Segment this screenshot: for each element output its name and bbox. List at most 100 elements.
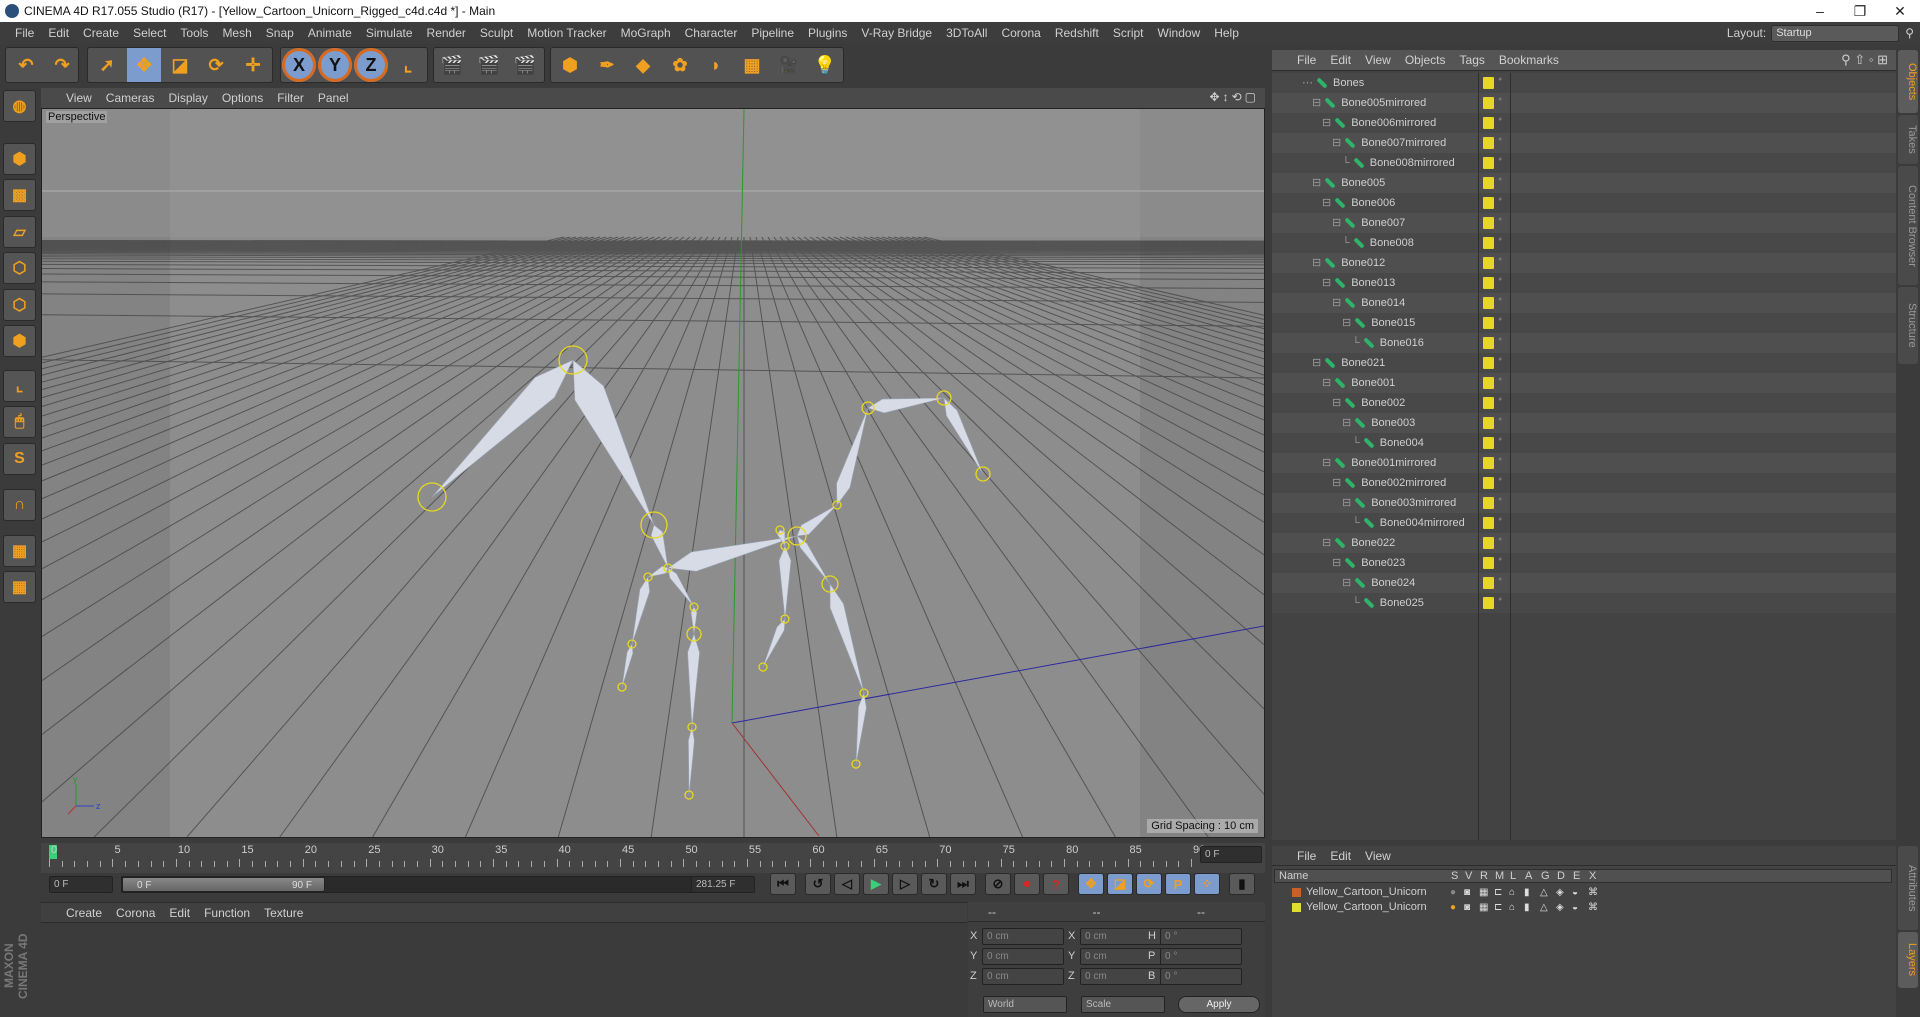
menu-tools[interactable]: Tools (173, 26, 215, 40)
move-view-icon[interactable]: ✥ (1210, 90, 1223, 104)
material-menu-edit[interactable]: Edit (162, 906, 197, 920)
object-row[interactable]: ⊟ Bone007mirrored ●● (1272, 133, 1896, 153)
visibility-dots[interactable]: ●● (1498, 156, 1502, 170)
object-row[interactable]: ⊟ Bone002 ●● (1272, 393, 1896, 413)
layer-color-swatch[interactable] (1483, 497, 1494, 509)
visibility-dots[interactable]: ●● (1498, 116, 1502, 130)
layer-color-swatch[interactable] (1483, 357, 1494, 369)
live-selection-icon[interactable]: ➚ (90, 48, 124, 82)
points-mode-icon[interactable]: ⬡ (3, 252, 36, 284)
material-menu-function[interactable]: Function (197, 906, 257, 920)
object-row[interactable]: ⊟ Bone001mirrored ●● (1272, 453, 1896, 473)
tree-expander-icon[interactable]: └ (1342, 157, 1350, 169)
tree-expander-icon[interactable]: ⊟ (1312, 97, 1321, 109)
bone-segment[interactable] (836, 407, 869, 506)
tab-objects[interactable]: Objects (1898, 50, 1918, 113)
layer-solo-icon[interactable]: ● (1450, 900, 1456, 915)
layer-row[interactable]: Yellow_Cartoon_Unicorn ● ◙ ▦ ⊏ ⌂ ▮ △ ◈ ◒ ⌘ (1278, 885, 1890, 900)
object-row[interactable]: ⊟ Bone021 ●● (1272, 353, 1896, 373)
menu-help[interactable]: Help (1207, 26, 1246, 40)
object-row[interactable]: ⊟ Bone003mirrored ●● (1272, 493, 1896, 513)
bone-segment[interactable] (867, 397, 945, 414)
record-disabled-icon[interactable]: ⊘ (985, 873, 1011, 895)
material-menu-corona[interactable]: Corona (109, 906, 162, 920)
menu-simulate[interactable]: Simulate (359, 26, 420, 40)
tree-expander-icon[interactable]: ⊟ (1332, 397, 1341, 409)
filter-icon[interactable]: ◦ (1869, 52, 1874, 67)
render-view-icon[interactable]: 🎬 (435, 48, 469, 82)
coord-p-field[interactable]: 0 ° (1160, 948, 1242, 965)
layer-column-s[interactable]: S (1451, 870, 1458, 883)
menu-character[interactable]: Character (678, 26, 745, 40)
object-row[interactable]: ⊟ Bone005 ●● (1272, 173, 1896, 193)
viewport-menu-view[interactable]: View (59, 91, 99, 105)
tree-expander-icon[interactable]: ⊟ (1342, 317, 1351, 329)
visibility-dots[interactable]: ●● (1498, 76, 1502, 90)
key-rotate-icon[interactable]: ⟳ (1136, 873, 1162, 895)
layers-menu-edit[interactable]: Edit (1323, 849, 1358, 863)
x-axis-icon[interactable]: X (282, 48, 316, 82)
objects-menu-objects[interactable]: Objects (1398, 53, 1453, 67)
tree-expander-icon[interactable]: ⊟ (1332, 217, 1341, 229)
z-axis-icon[interactable]: Z (354, 48, 388, 82)
solo-icon[interactable]: S (3, 443, 36, 475)
layer-solo-icon[interactable]: ● (1450, 885, 1456, 900)
tree-expander-icon[interactable]: ⊟ (1342, 417, 1351, 429)
layer-column-x[interactable]: X (1589, 870, 1596, 883)
layers-menu-view[interactable]: View (1358, 849, 1398, 863)
visibility-dots[interactable]: ●● (1498, 96, 1502, 110)
layer-manager-icon[interactable]: ⊏ (1494, 885, 1502, 900)
object-row[interactable]: ⊟ Bone001 ●● (1272, 373, 1896, 393)
objects-menu-edit[interactable]: Edit (1323, 53, 1358, 67)
layer-expressions-icon[interactable]: ◒ (1572, 885, 1578, 900)
layer-column-name[interactable]: Name (1279, 870, 1308, 883)
layer-column-l[interactable]: L (1510, 870, 1516, 883)
redo-icon[interactable]: ↷ (45, 48, 79, 82)
layer-color-swatch[interactable] (1483, 537, 1494, 549)
layer-deformers-icon[interactable]: ◈ (1556, 885, 1564, 900)
tab-content-browser[interactable]: Content Browser (1898, 166, 1918, 285)
bone-segment[interactable] (688, 726, 695, 796)
rotate-icon[interactable]: ⟳ (199, 48, 233, 82)
menu-redshift[interactable]: Redshift (1048, 26, 1106, 40)
layer-column-a[interactable]: A (1525, 870, 1532, 883)
menu-v-ray-bridge[interactable]: V-Ray Bridge (854, 26, 939, 40)
visibility-dots[interactable]: ●● (1498, 496, 1502, 510)
material-menu-create[interactable]: Create (59, 906, 109, 920)
layer-color-swatch[interactable] (1483, 577, 1494, 589)
objects-menu-bookmarks[interactable]: Bookmarks (1492, 53, 1566, 67)
object-row[interactable]: ⊟ Bone007 ●● (1272, 213, 1896, 233)
end-frame-field[interactable]: 281.25 F (691, 876, 755, 893)
menu-window[interactable]: Window (1151, 26, 1208, 40)
visibility-dots[interactable]: ●● (1498, 376, 1502, 390)
object-row[interactable]: ⋯ Bones ●● (1272, 73, 1896, 93)
visibility-dots[interactable]: ●● (1498, 416, 1502, 430)
tab-attributes[interactable]: Attributes (1898, 846, 1918, 930)
light-icon[interactable]: 💡 (808, 48, 842, 82)
frame-range-slider[interactable]: 0 F 90 F (122, 877, 325, 892)
object-row[interactable]: ⊟ Bone006mirrored ●● (1272, 113, 1896, 133)
tab-takes[interactable]: Takes (1898, 115, 1918, 164)
layer-render-icon[interactable]: ▦ (1479, 900, 1488, 915)
layer-color-swatch[interactable] (1483, 297, 1494, 309)
scale-icon[interactable]: ◪ (163, 48, 197, 82)
layer-color-swatch[interactable] (1483, 117, 1494, 129)
viewport-menu-cameras[interactable]: Cameras (99, 91, 162, 105)
coord-y-field[interactable]: 0 cm (982, 948, 1064, 965)
tree-expander-icon[interactable]: ⊟ (1322, 277, 1331, 289)
layer-color-swatch[interactable] (1483, 597, 1494, 609)
tree-expander-icon[interactable]: ⊟ (1312, 257, 1321, 269)
tree-expander-icon[interactable]: └ (1342, 237, 1350, 249)
menu-motion-tracker[interactable]: Motion Tracker (520, 26, 613, 40)
layer-color-swatch[interactable] (1292, 888, 1301, 897)
bone-segment[interactable] (621, 643, 634, 688)
bone-segment[interactable] (855, 691, 867, 765)
layer-color-swatch[interactable] (1483, 517, 1494, 529)
layer-color-swatch[interactable] (1483, 397, 1494, 409)
layer-xrefs-icon[interactable]: ⌘ (1588, 900, 1598, 915)
layer-color-swatch[interactable] (1483, 217, 1494, 229)
layer-locked-icon[interactable]: ⌂ (1509, 885, 1515, 900)
tree-expander-icon[interactable]: └ (1352, 437, 1360, 449)
pen-spline-icon[interactable]: ✒ (590, 48, 624, 82)
cube-icon[interactable]: ⬢ (553, 48, 587, 82)
